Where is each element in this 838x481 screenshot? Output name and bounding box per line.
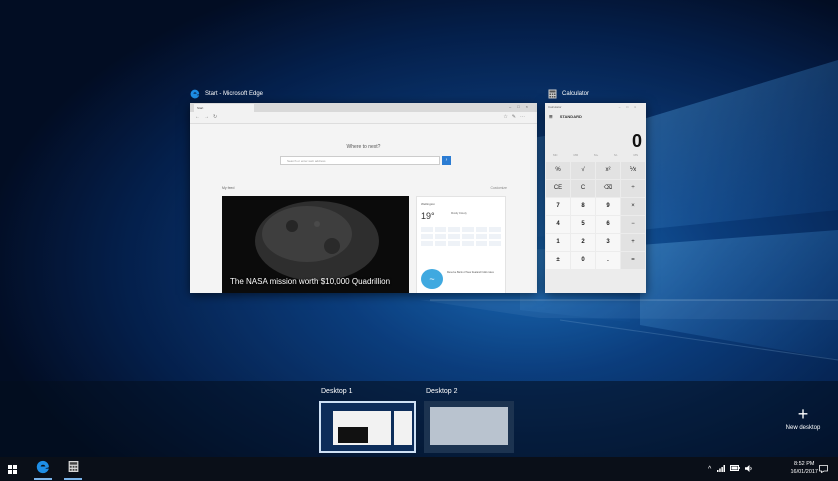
calc-key[interactable]: 6	[596, 216, 620, 233]
edge-window-title: Start - Microsoft Edge	[190, 89, 263, 99]
my-feed-label: My feed	[222, 186, 235, 190]
calc-key[interactable]: CE	[546, 180, 570, 197]
desktop-2-label: Desktop 2	[426, 388, 458, 395]
volume-icon[interactable]	[745, 464, 753, 474]
calculator-display: 0	[631, 131, 642, 151]
calc-key[interactable]: 3	[596, 234, 620, 251]
calc-key[interactable]: C	[571, 180, 595, 197]
memory-key[interactable]: MS	[634, 153, 639, 161]
memory-key[interactable]: M+	[594, 153, 598, 161]
calc-key[interactable]: .	[596, 252, 620, 269]
news-hero-image[interactable]: The NASA mission worth $10,000 Quadrilli…	[222, 196, 409, 293]
weather-desc: Mostly Cloudy	[451, 212, 467, 215]
calc-key[interactable]: ±	[546, 252, 570, 269]
memory-key[interactable]: M-	[614, 153, 618, 161]
desktop-1-label: Desktop 1	[321, 388, 353, 395]
weather-city: Wellington	[421, 202, 435, 206]
calculator-window-thumbnail[interactable]: Calculator –□× ☰ STANDARD 0 MC MR M+ M- …	[545, 103, 646, 293]
start-icon[interactable]	[4, 457, 20, 481]
mini-calculator-window	[394, 411, 412, 445]
calculator-app-title: Calculator	[548, 105, 562, 109]
calculator-window-title: Calculator	[547, 89, 589, 99]
news-headline[interactable]: Reserve Bank of New Zealand holds rates	[447, 271, 503, 275]
hamburger-icon[interactable]: ☰	[549, 114, 553, 119]
calculator-memory-row: MC MR M+ M- MS	[545, 153, 646, 161]
calc-key[interactable]: −	[621, 216, 645, 233]
plus-icon: +	[797, 404, 809, 424]
calc-key[interactable]: ⅟x	[621, 162, 645, 179]
calculator-window-title-text: Calculator	[562, 91, 590, 97]
toolbar-icons: ☆✎⋯	[503, 114, 529, 120]
calc-key[interactable]: 5	[571, 216, 595, 233]
mini-window	[430, 407, 508, 445]
edge-window-thumbnail[interactable]: Start –□× ←→↻ ☆✎⋯ Where to next? Search …	[190, 103, 537, 293]
news-logo-icon: ~	[421, 269, 443, 289]
window-controls: –□×	[618, 105, 642, 109]
edge-start-page: Where to next? Search or enter web addre…	[190, 124, 537, 293]
taskbar-edge-button[interactable]	[30, 457, 56, 481]
running-indicator	[64, 478, 82, 480]
news-hero-caption: The NASA mission worth $10,000 Quadrilli…	[230, 277, 391, 286]
calculator-icon	[547, 89, 557, 99]
calc-key[interactable]: 1	[546, 234, 570, 251]
weather-card[interactable]: Wellington 19° Mostly Cloudy ~ Reserve B…	[416, 196, 506, 293]
edge-window-title-text: Start - Microsoft Edge	[205, 91, 264, 97]
calculator-keypad: % √ x² ⅟x CE C ⌫ ÷ 7 8 9 × 4 5 6 − 1 2 3…	[545, 161, 646, 270]
calc-key[interactable]: ÷	[621, 180, 645, 197]
calc-key[interactable]: ⌫	[596, 180, 620, 197]
desktop-1-thumbnail[interactable]	[319, 401, 416, 453]
window-controls: –□×	[509, 104, 534, 109]
calc-key[interactable]: =	[621, 252, 645, 269]
calc-key[interactable]: 9	[596, 198, 620, 215]
calculator-titlebar: Calculator –□×	[545, 103, 646, 111]
calc-key[interactable]: √	[571, 162, 595, 179]
chevron-up-icon[interactable]: ^	[708, 466, 711, 473]
taskbar-calculator-button[interactable]	[60, 457, 86, 481]
edge-tab-bar: Start –□×	[190, 103, 537, 112]
where-to-next-heading: Where to next?	[346, 144, 381, 150]
calculator-icon	[68, 460, 79, 478]
edge-icon	[36, 460, 50, 479]
battery-icon[interactable]	[730, 465, 741, 473]
weather-temp: 19°	[421, 211, 435, 221]
edge-tab[interactable]: Start	[194, 104, 254, 112]
customize-link[interactable]: Customize	[490, 186, 507, 190]
new-desktop-button[interactable]: + New desktop	[775, 405, 831, 431]
notifications-icon[interactable]	[814, 457, 832, 481]
taskbar: ^ 8:52 PM 16/01/2017	[0, 457, 838, 481]
calculator-mode-label: STANDARD	[559, 114, 582, 119]
virtual-desktops-strip	[0, 381, 838, 457]
new-desktop-label: New desktop	[785, 425, 821, 431]
system-tray: ^	[708, 457, 753, 481]
nav-buttons-icon: ←→↻	[195, 114, 222, 120]
calc-key[interactable]: 7	[546, 198, 570, 215]
edge-address-bar: ←→↻ ☆✎⋯	[190, 112, 537, 124]
network-icon[interactable]	[717, 464, 726, 474]
calc-key[interactable]: 8	[571, 198, 595, 215]
calc-key[interactable]: 0	[571, 252, 595, 269]
edge-icon	[190, 89, 200, 99]
calc-key[interactable]: 4	[546, 216, 570, 233]
memory-key[interactable]: MC	[553, 153, 558, 161]
calc-key[interactable]: x²	[596, 162, 620, 179]
calc-key[interactable]: +	[621, 234, 645, 251]
search-icon[interactable]: ›	[442, 156, 451, 165]
mini-hero-image	[338, 427, 368, 443]
weather-forecast-grid	[421, 227, 501, 246]
calc-key[interactable]: %	[546, 162, 570, 179]
running-indicator	[34, 478, 52, 480]
edge-search-input[interactable]: Search or enter web address	[280, 156, 440, 165]
calc-key[interactable]: ×	[621, 198, 645, 215]
memory-key[interactable]: MR	[573, 153, 578, 161]
calculator-mode: ☰ STANDARD	[545, 111, 646, 123]
calc-key[interactable]: 2	[571, 234, 595, 251]
desktop-2-thumbnail[interactable]	[424, 401, 514, 453]
